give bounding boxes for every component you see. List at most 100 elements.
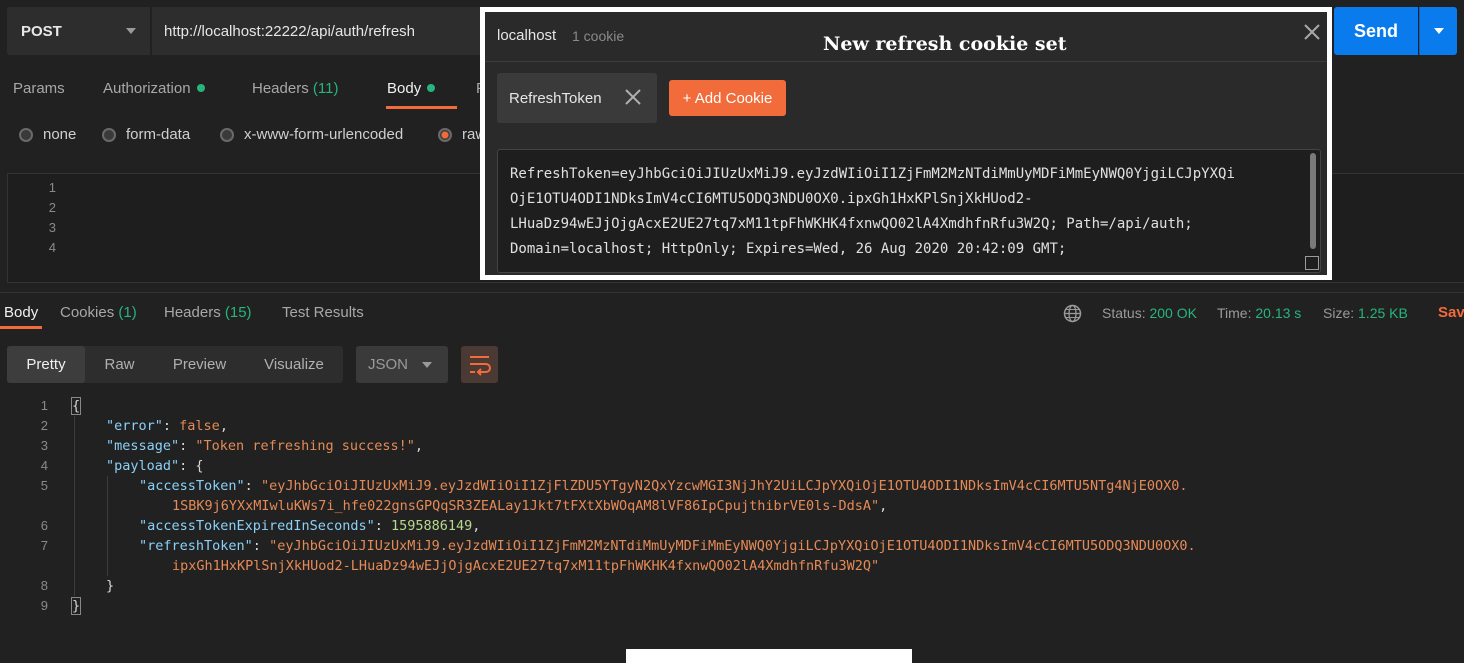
json-brace: } <box>70 597 82 615</box>
tab-headers[interactable]: Headers (11) <box>252 80 338 97</box>
code-line: } <box>72 576 1196 596</box>
tab-cookies[interactable]: Cookies (1) <box>60 304 137 321</box>
tab-test-results[interactable]: Test Results <box>282 304 364 321</box>
cookie-text-line: LHuaDz94wEJjOjgAcxE2UE27tq7xM11tpFhWKHK4… <box>510 216 1193 232</box>
cookie-text-line: RefreshToken=eyJhbGciOiJIUzUxMiJ9.eyJzdW… <box>510 166 1235 182</box>
json-value: ipxGh1HxKPlSnjXkHUod2-LHuaDz94wEJjOjgAcx… <box>172 558 880 574</box>
line-number: 1 <box>48 180 56 195</box>
code-line: "refreshToken": "eyJhbGciOiJIUzUxMiJ9.ey… <box>139 538 1196 554</box>
method-select[interactable]: POST <box>7 7 150 55</box>
pane-divider[interactable] <box>0 292 1464 293</box>
preview-button[interactable]: Preview <box>158 346 241 383</box>
pretty-button[interactable]: Pretty <box>7 346 85 383</box>
response-size: Size: 1.25 KB <box>1323 305 1408 321</box>
tab-test-results-label: Test Results <box>282 304 364 321</box>
tab-body[interactable]: Body <box>387 80 436 97</box>
remove-cookie-icon[interactable] <box>624 88 642 106</box>
json-value: "Token refreshing success!" <box>195 438 415 454</box>
chevron-down-icon <box>422 362 432 368</box>
line-number: 9 <box>40 598 48 613</box>
json-key: "accessToken" <box>139 478 245 494</box>
response-status: Status: 200 OK <box>1102 305 1197 321</box>
cookie-domain-label: localhost <box>497 27 557 44</box>
tab-headers-count: (11) <box>312 80 339 97</box>
dialog-divider <box>485 61 1327 62</box>
add-cookie-label: + Add Cookie <box>682 89 773 107</box>
format-select[interactable]: JSON <box>356 346 448 383</box>
add-cookie-button[interactable]: + Add Cookie <box>669 80 786 116</box>
tab-response-headers[interactable]: Headers (15) <box>164 304 252 321</box>
close-icon[interactable] <box>1302 22 1322 42</box>
json-value: 1SBK9j6YXxMIwluKWs7i_hfe022gnsGPQqSR3ZEA… <box>172 498 880 514</box>
json-key: "message" <box>106 438 180 454</box>
status-dot-icon <box>427 84 436 92</box>
resize-handle-icon[interactable] <box>1305 256 1319 270</box>
line-number: 4 <box>48 240 56 255</box>
tab-body-label: Body <box>387 80 422 97</box>
globe-icon[interactable] <box>1063 304 1082 323</box>
code-line: "payload": { <box>106 458 204 474</box>
json-key: "error" <box>106 418 163 434</box>
json-key: "refreshToken" <box>139 538 253 554</box>
line-number: 4 <box>40 458 48 473</box>
status-value: 200 OK <box>1149 305 1197 321</box>
json-key: "accessTokenExpiredInSeconds" <box>139 518 375 534</box>
send-button[interactable]: Send <box>1334 7 1418 55</box>
cookie-domain-tab[interactable]: localhost <box>497 27 556 44</box>
save-response-button[interactable]: Sav <box>1438 304 1464 321</box>
send-label: Send <box>1353 20 1398 41</box>
status-label: Status: <box>1102 305 1146 321</box>
pretty-label: Pretty <box>26 356 66 373</box>
line-number: 1 <box>40 398 48 413</box>
visualize-button[interactable]: Visualize <box>250 346 338 383</box>
tab-headers-label: Headers <box>252 80 309 97</box>
chevron-down-icon <box>126 28 136 34</box>
tab-authorization-label: Authorization <box>103 80 191 97</box>
tab-authorization[interactable]: Authorization <box>103 80 205 97</box>
radio-form-data[interactable]: form-data <box>102 126 190 143</box>
code-line: "accessTokenExpiredInSeconds": 159588614… <box>139 518 481 534</box>
line-number: 7 <box>40 538 48 553</box>
cookie-chip-label: RefreshToken <box>509 89 602 107</box>
bottom-overlay-box <box>626 649 912 663</box>
size-label: Size: <box>1323 305 1355 321</box>
tab-response-body[interactable]: Body <box>4 304 38 321</box>
code-line: "error": false, <box>106 418 228 434</box>
send-options-button[interactable] <box>1419 7 1457 55</box>
radio-urlencoded[interactable]: x-www-form-urlencoded <box>220 126 403 143</box>
active-tab-indicator <box>386 106 457 109</box>
code-line: ipxGh1HxKPlSnjXkHUod2-LHuaDz94wEJjOjgAcx… <box>72 556 1196 576</box>
line-number: 8 <box>40 578 48 593</box>
code-line: } <box>70 596 1196 616</box>
line-number: 3 <box>40 438 48 453</box>
code-line: "accessToken": "eyJhbGciOiJIUzUxMiJ9.eyJ… <box>139 478 1188 494</box>
line-number: 2 <box>48 200 56 215</box>
raw-label: Raw <box>104 356 135 373</box>
wrap-lines-icon <box>470 356 491 376</box>
response-line-numbers: 1 2 3 4 5 6 7 8 9 <box>0 396 48 616</box>
response-body-code[interactable]: { "error": false, "message": "Token refr… <box>70 396 1196 616</box>
radio-none[interactable]: none <box>19 126 76 143</box>
line-number: 5 <box>40 478 48 493</box>
radio-circle-icon <box>220 127 234 142</box>
json-key: "payload" <box>106 458 180 474</box>
json-value: "eyJhbGciOiJIUzUxMiJ9.eyJzdWIiOiI1ZjFmM2… <box>269 538 1196 554</box>
save-response-label: Sav <box>1438 304 1464 321</box>
radio-circle-icon <box>102 127 116 142</box>
tab-response-headers-count: (15) <box>224 304 252 321</box>
radio-urlencoded-label: x-www-form-urlencoded <box>244 126 404 143</box>
textarea-scrollbar[interactable] <box>1310 153 1316 249</box>
visualize-label: Visualize <box>264 356 324 373</box>
json-brace: { <box>70 397 82 415</box>
active-tab-indicator <box>0 326 42 329</box>
raw-button[interactable]: Raw <box>88 346 151 383</box>
cookie-value-textarea[interactable]: RefreshToken=eyJhbGciOiJIUzUxMiJ9.eyJzdW… <box>497 149 1321 273</box>
tab-params[interactable]: Params <box>13 80 65 97</box>
time-label: Time: <box>1217 305 1252 321</box>
tab-response-body-label: Body <box>4 304 39 321</box>
url-input[interactable]: http://localhost:22222/api/auth/refresh <box>152 7 492 55</box>
wrap-lines-button[interactable] <box>461 346 498 383</box>
json-value: 1595886149 <box>390 518 473 534</box>
radio-raw[interactable]: raw <box>438 126 486 143</box>
status-dot-icon <box>196 84 205 92</box>
